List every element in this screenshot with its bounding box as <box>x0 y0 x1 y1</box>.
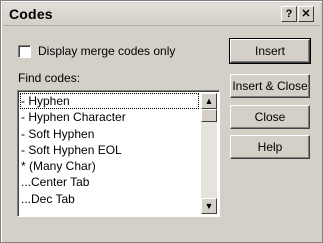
insert-close-button[interactable]: Insert & Close <box>230 74 310 98</box>
codes-dialog: Codes ? ✕ Display merge codes only Find … <box>0 0 323 243</box>
list-item[interactable]: * (Many Char) <box>20 158 199 174</box>
scroll-up-arrow-icon[interactable]: ▲ <box>201 93 217 109</box>
find-codes-label: Find codes: <box>18 71 81 85</box>
merge-codes-option[interactable]: Display merge codes only <box>18 44 175 58</box>
list-item[interactable]: ...Center Tab <box>20 174 199 190</box>
list-item[interactable]: - Hyphen <box>20 93 199 110</box>
codes-list: - Hyphen - Hyphen Character - Soft Hyphe… <box>20 93 199 207</box>
close-icon[interactable]: ✕ <box>298 6 314 22</box>
scroll-down-arrow-icon[interactable]: ▼ <box>201 198 217 214</box>
close-button[interactable]: Close <box>230 105 310 129</box>
codes-listbox[interactable]: - Hyphen - Hyphen Character - Soft Hyphe… <box>17 90 220 217</box>
list-item[interactable]: - Soft Hyphen EOL <box>20 142 199 158</box>
scroll-thumb[interactable] <box>201 109 217 122</box>
merge-codes-label: Display merge codes only <box>38 44 176 58</box>
help-button[interactable]: Help <box>230 135 310 159</box>
help-icon[interactable]: ? <box>281 6 297 22</box>
list-scrollbar[interactable]: ▲ ▼ <box>201 93 217 214</box>
title-bar: Codes ? ✕ <box>3 3 320 26</box>
merge-codes-checkbox[interactable] <box>18 44 31 58</box>
insert-button[interactable]: Insert <box>229 38 311 64</box>
list-item[interactable]: - Hyphen Character <box>20 109 199 125</box>
dialog-title: Codes <box>9 6 53 22</box>
list-item[interactable]: ...Dec Tab <box>20 191 199 207</box>
list-item[interactable]: - Soft Hyphen <box>20 126 199 142</box>
